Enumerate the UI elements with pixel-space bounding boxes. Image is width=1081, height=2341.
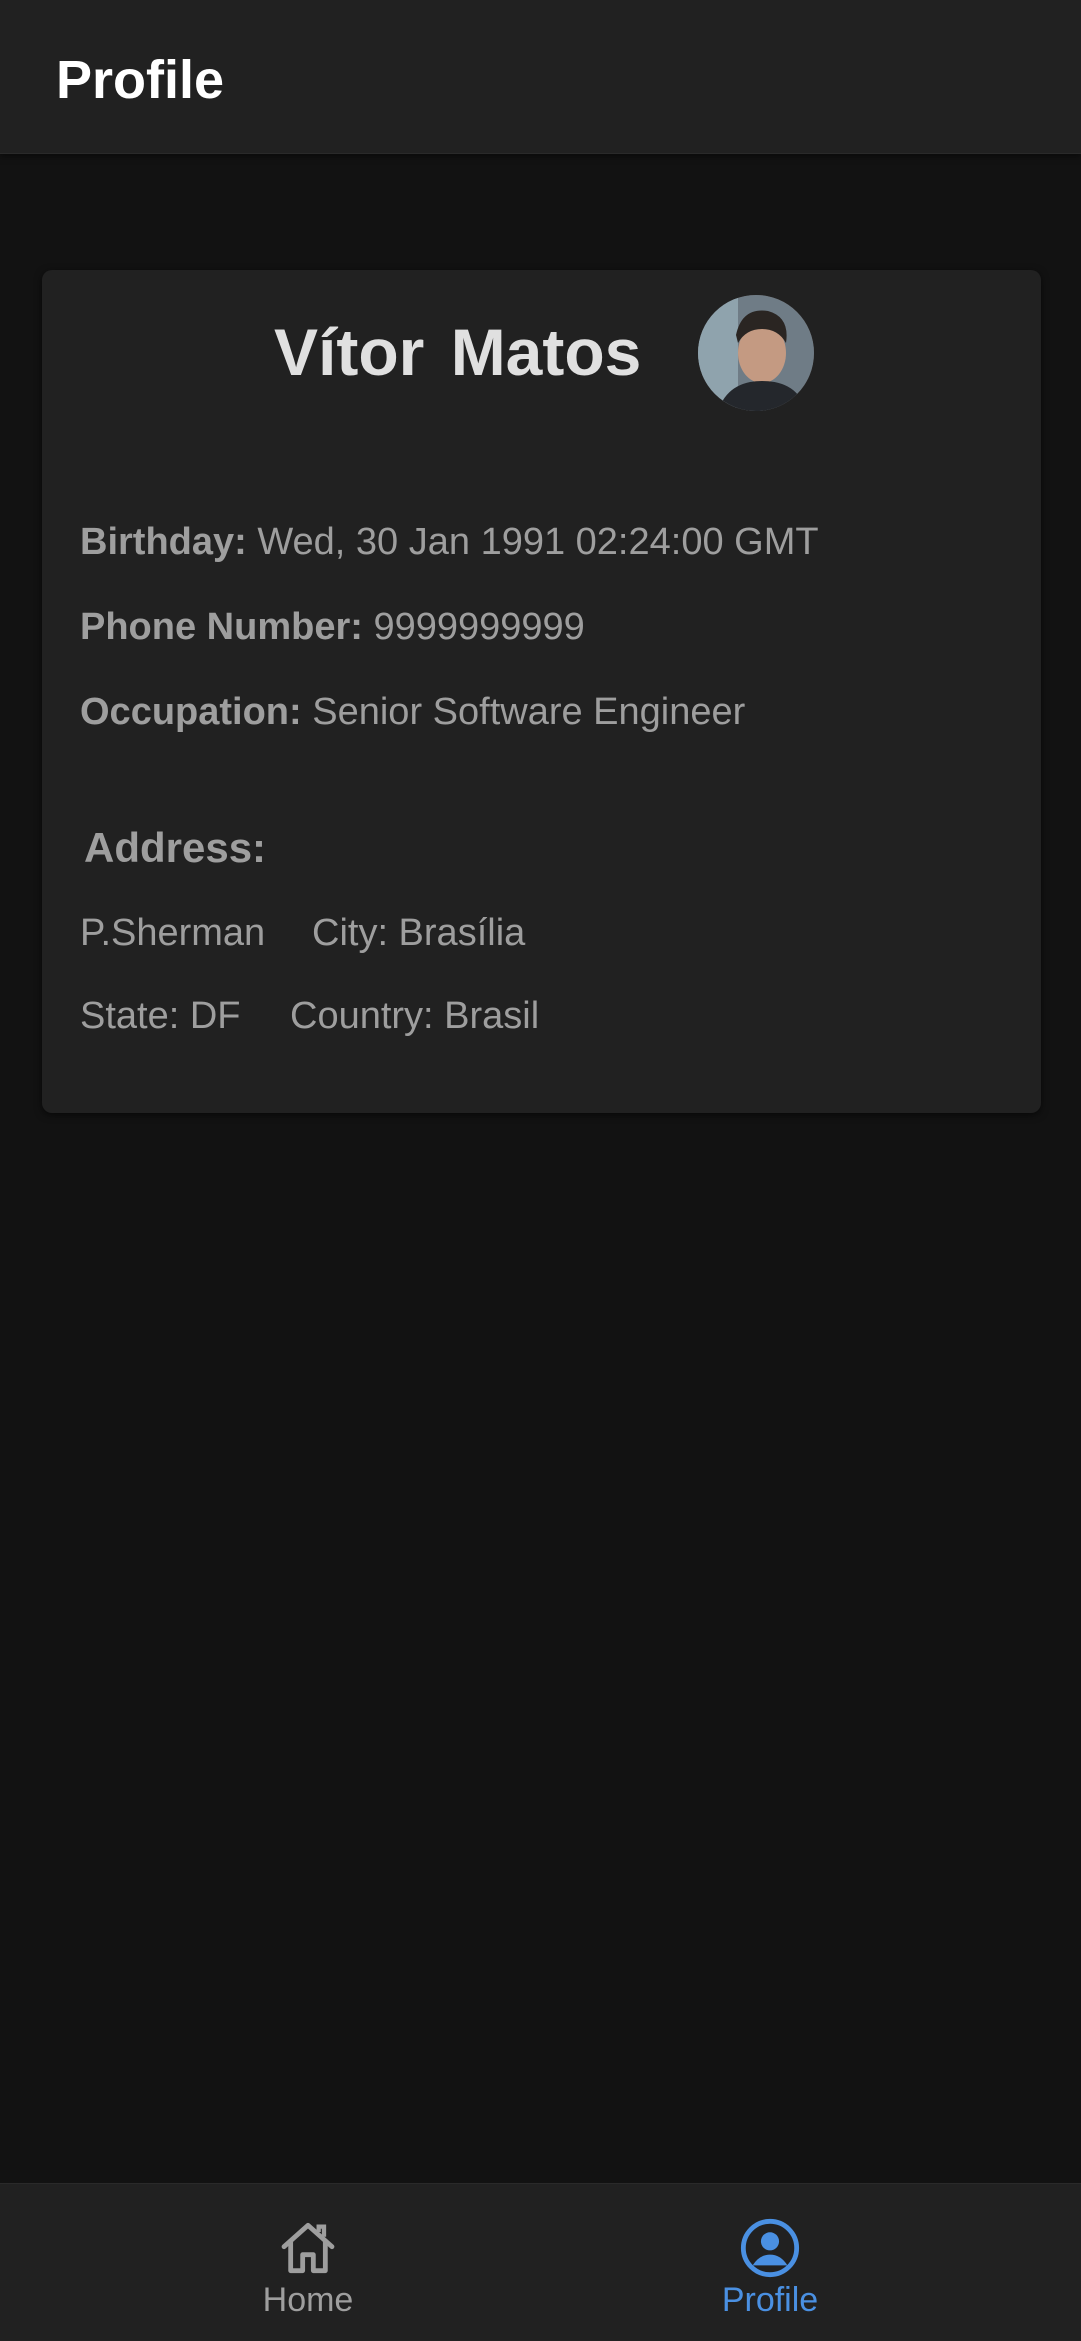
first-name: Vítor <box>274 315 425 389</box>
address-heading: Address: <box>84 824 267 871</box>
phone-value: 9999999999 <box>373 606 585 648</box>
nav-label-home: Home <box>262 2281 354 2319</box>
occupation-row: Occupation: Senior Software Engineer <box>80 688 745 736</box>
address-city: City: Brasília <box>312 912 526 954</box>
profile-name: Vítor Matos <box>274 312 641 392</box>
page-title: Profile <box>56 50 225 110</box>
address-state: State: DF <box>80 995 241 1037</box>
avatar-photo-icon <box>698 295 814 411</box>
bottom-navigation: Home Profile <box>0 2183 1081 2341</box>
birthday-value: Wed, 30 Jan 1991 02:24:00 GMT <box>257 521 819 563</box>
occupation-value: Senior Software Engineer <box>312 691 746 733</box>
avatar <box>698 295 814 411</box>
occupation-label: Occupation: <box>80 691 302 733</box>
birthday-label: Birthday: <box>80 521 247 563</box>
birthday-row: Birthday: Wed, 30 Jan 1991 02:24:00 GMT <box>80 518 819 566</box>
home-icon <box>281 2222 335 2274</box>
phone-label: Phone Number: <box>80 606 363 648</box>
nav-item-home[interactable]: Home <box>38 2184 578 2341</box>
address-street: P.Sherman <box>80 912 266 954</box>
app-bar: Profile <box>0 0 1081 154</box>
account-circle-icon <box>740 2218 800 2278</box>
phone-row: Phone Number: 9999999999 <box>80 603 585 651</box>
last-name: Matos <box>450 315 642 389</box>
nav-label-profile: Profile <box>721 2281 819 2319</box>
nav-item-profile[interactable]: Profile <box>500 2184 1040 2341</box>
address-country: Country: Brasil <box>290 995 540 1037</box>
